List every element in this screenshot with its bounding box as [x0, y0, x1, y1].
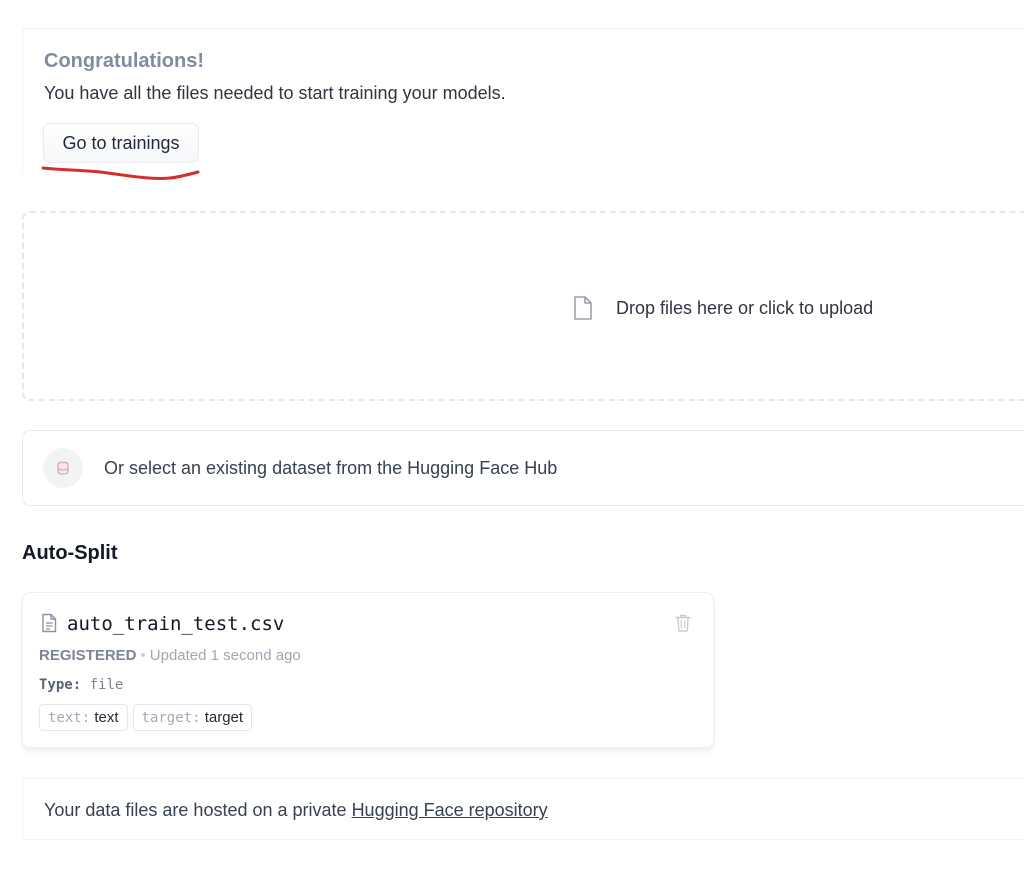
file-type-line: Type: file	[39, 674, 123, 696]
tag-value: text	[94, 709, 119, 726]
tag-key: target:	[141, 710, 201, 726]
column-mapping-tag: text: text	[39, 704, 128, 731]
type-value: file	[89, 677, 124, 693]
select-hub-dataset-button[interactable]: Or select an existing dataset from the H…	[22, 430, 1024, 506]
file-card: auto_train_test.csv REGISTERED • Updated 1…	[22, 592, 714, 748]
file-name: auto_train_test.csv	[67, 613, 285, 635]
column-mapping-tags: text: text target: target	[39, 704, 257, 731]
status-separator: •	[140, 647, 146, 664]
go-to-trainings-button[interactable]: Go to trainings	[43, 123, 199, 163]
dataset-icon	[43, 448, 83, 488]
status-badge: REGISTERED	[39, 647, 137, 664]
auto-split-title: Auto-Split	[22, 542, 118, 564]
type-key: Type:	[39, 677, 82, 693]
hosting-info: Your data files are hosted on a private …	[22, 778, 1024, 840]
red-annotation-underline	[41, 166, 200, 180]
congrats-message: You have all the files needed to start t…	[44, 83, 506, 103]
tag-key: text:	[48, 710, 91, 726]
congrats-title: Congratulations!	[44, 50, 204, 72]
upload-label: Drop files here or click to upload	[616, 298, 874, 318]
upload-dropzone[interactable]: Drop files here or click to upload	[22, 211, 1024, 401]
hub-label: Or select an existing dataset from the H…	[104, 458, 558, 478]
congrats-card: Congratulations! You have all the files …	[22, 28, 1024, 173]
column-mapping-tag: target: target	[132, 704, 253, 731]
document-icon	[42, 613, 57, 633]
page: Congratulations! You have all the files …	[0, 0, 1024, 887]
file-icon	[574, 296, 592, 320]
hosting-text: Your data files are hosted on a private …	[44, 795, 548, 825]
trash-icon[interactable]	[674, 613, 692, 633]
hosting-label: Your data files are hosted on a private	[44, 800, 347, 820]
hf-repository-link[interactable]: Hugging Face repository	[352, 800, 548, 820]
updated-timestamp: Updated 1 second ago	[149, 647, 301, 664]
file-status-line: REGISTERED • Updated 1 second ago	[39, 644, 301, 668]
tag-value: target	[204, 709, 244, 726]
